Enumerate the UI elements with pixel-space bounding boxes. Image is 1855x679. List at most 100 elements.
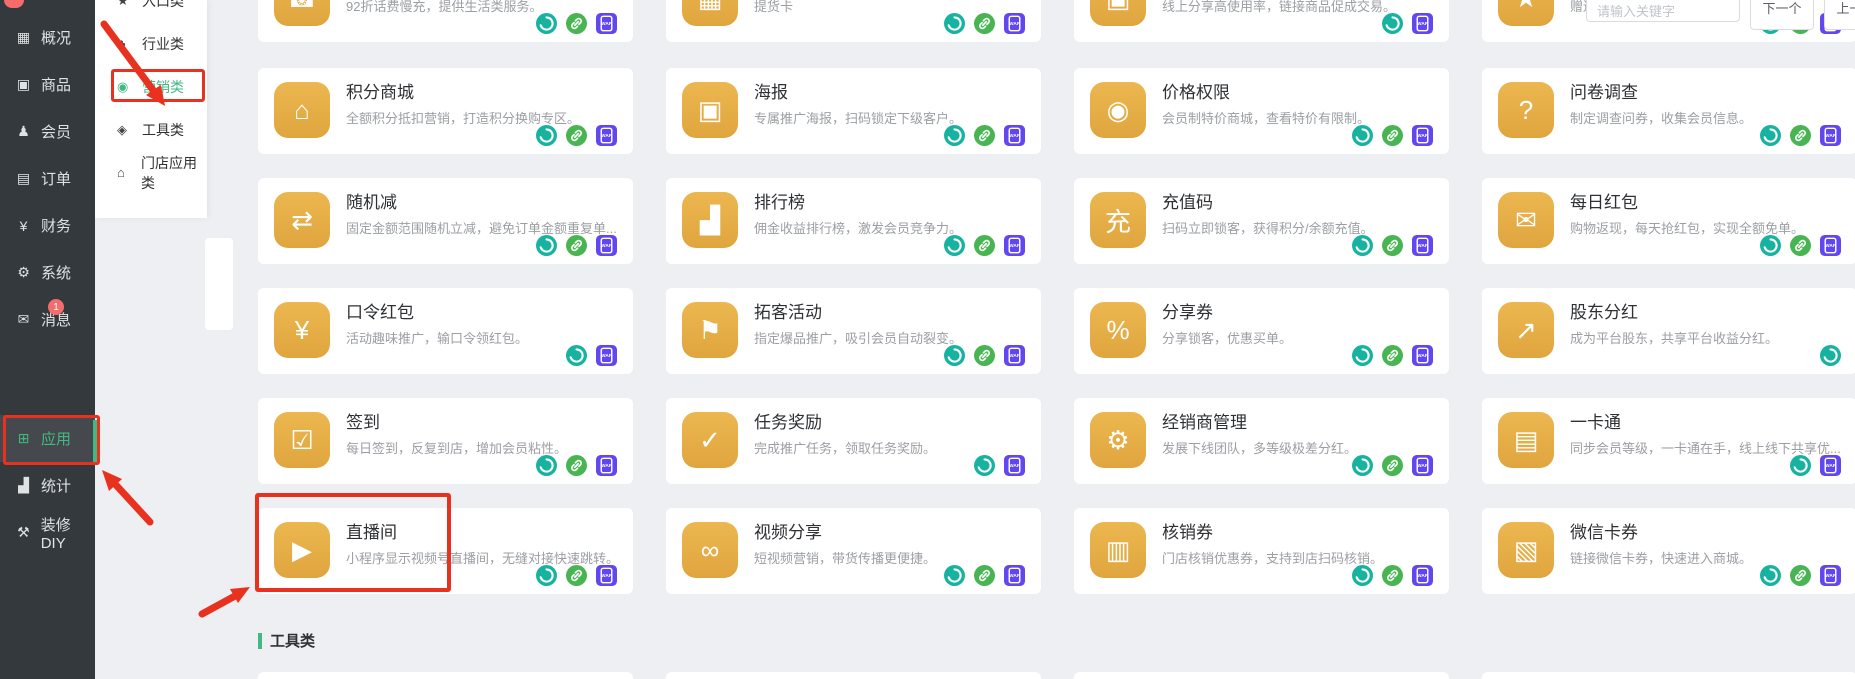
miniprogram-badge-icon[interactable] xyxy=(944,13,965,34)
miniprogram-badge-icon[interactable] xyxy=(1760,565,1781,586)
sidebar-item-orders[interactable]: ▤ 订单 xyxy=(0,155,95,202)
miniprogram-badge-icon[interactable] xyxy=(536,235,557,256)
sidebar-item-statistics[interactable]: ▟ 统计 xyxy=(0,462,95,509)
h5-link-badge-icon[interactable] xyxy=(1382,235,1403,256)
category-item-marketing[interactable]: ◉ 营销类 xyxy=(95,65,207,108)
sidebar-item-finance[interactable]: ¥ 财务 xyxy=(0,202,95,249)
app-card-每日红包[interactable]: ✉ 每日红包 购物返现，每天抢红包，实现全额免单。 WAP xyxy=(1482,178,1855,264)
h5-link-badge-icon[interactable] xyxy=(974,345,995,366)
miniprogram-badge-icon[interactable] xyxy=(944,235,965,256)
wap-badge-icon[interactable]: WAP xyxy=(1820,565,1841,586)
app-card-拓客活动[interactable]: ⚑ 拓客活动 指定爆品推广，吸引会员自动裂变。 WAP xyxy=(666,288,1041,374)
app-card-核销券[interactable]: ▥ 核销券 门店核销优惠券，支持到店扫码核销。 WAP xyxy=(1074,508,1449,594)
h5-link-badge-icon[interactable] xyxy=(566,235,587,256)
h5-link-badge-icon[interactable] xyxy=(1382,345,1403,366)
miniprogram-badge-icon[interactable] xyxy=(1790,455,1811,476)
miniprogram-badge-icon[interactable] xyxy=(1352,125,1373,146)
sidebar-item-apps[interactable]: ⊞ 应用 xyxy=(0,415,95,462)
category-item-entry[interactable]: ★ 入口类 xyxy=(95,0,207,22)
miniprogram-badge-icon[interactable] xyxy=(536,565,557,586)
miniprogram-badge-icon[interactable] xyxy=(1352,235,1373,256)
app-card[interactable]: ☎ 92折话费慢充，提供生活类服务。 WAP xyxy=(258,0,633,42)
wap-badge-icon[interactable]: WAP xyxy=(1004,455,1025,476)
wap-badge-icon[interactable]: WAP xyxy=(1820,235,1841,256)
app-card-stub[interactable] xyxy=(1482,672,1855,679)
app-card-价格权限[interactable]: ◉ 价格权限 会员制特价商城，查看特价有限制。 WAP xyxy=(1074,68,1449,154)
app-card-问卷调查[interactable]: ? 问卷调查 制定调查问券，收集会员信息。 WAP xyxy=(1482,68,1855,154)
miniprogram-badge-icon[interactable] xyxy=(1352,565,1373,586)
category-item-store-apps[interactable]: ⌂ 门店应用类 xyxy=(95,151,207,194)
wap-badge-icon[interactable]: WAP xyxy=(1412,345,1433,366)
wap-badge-icon[interactable]: WAP xyxy=(596,345,617,366)
h5-link-badge-icon[interactable] xyxy=(566,13,587,34)
h5-link-badge-icon[interactable] xyxy=(1382,125,1403,146)
wap-badge-icon[interactable]: WAP xyxy=(1004,565,1025,586)
h5-link-badge-icon[interactable] xyxy=(974,13,995,34)
app-card-经销商管理[interactable]: ⚙ 经销商管理 发展下线团队，多等级极差分红。 WAP xyxy=(1074,398,1449,484)
app-card-口令红包[interactable]: ¥ 口令红包 活动趣味推广，输口令领红包。 WAP xyxy=(258,288,633,374)
h5-link-badge-icon[interactable] xyxy=(1790,235,1811,256)
app-card-一卡通[interactable]: ▤ 一卡通 同步会员等级，一卡通在手，线上线下共享优... WAP xyxy=(1482,398,1855,484)
h5-link-badge-icon[interactable] xyxy=(974,565,995,586)
wap-badge-icon[interactable]: WAP xyxy=(1820,125,1841,146)
wap-badge-icon[interactable]: WAP xyxy=(1412,125,1433,146)
miniprogram-badge-icon[interactable] xyxy=(944,565,965,586)
category-item-tools[interactable]: ◈ 工具类 xyxy=(95,108,207,151)
app-card-排行榜[interactable]: ▟ 排行榜 佣金收益排行榜，激发会员竞争力。 WAP xyxy=(666,178,1041,264)
next-button[interactable]: 下一个 xyxy=(1750,0,1814,30)
h5-link-badge-icon[interactable] xyxy=(974,235,995,256)
app-card-股东分红[interactable]: ↗ 股东分红 成为平台股东，共享平台收益分红。 xyxy=(1482,288,1855,374)
app-card-stub[interactable] xyxy=(258,672,633,679)
miniprogram-badge-icon[interactable] xyxy=(944,345,965,366)
app-card[interactable]: ▣ 线上分享高使用率，链接商品促成交易。 WAP xyxy=(1074,0,1449,42)
wap-badge-icon[interactable]: WAP xyxy=(596,13,617,34)
wap-badge-icon[interactable]: WAP xyxy=(596,455,617,476)
miniprogram-badge-icon[interactable] xyxy=(1760,125,1781,146)
h5-link-badge-icon[interactable] xyxy=(1790,125,1811,146)
wap-badge-icon[interactable]: WAP xyxy=(1412,13,1433,34)
wap-badge-icon[interactable]: WAP xyxy=(1820,455,1841,476)
miniprogram-badge-icon[interactable] xyxy=(536,455,557,476)
app-card-视频分享[interactable]: ∞ 视频分享 短视频营销，带货传播更便捷。 WAP xyxy=(666,508,1041,594)
app-card-随机减[interactable]: ⇄ 随机减 固定金额范围随机立减，避免订单金额重复单... WAP xyxy=(258,178,633,264)
miniprogram-badge-icon[interactable] xyxy=(1382,13,1403,34)
category-item-industry[interactable]: ♣ 行业类 xyxy=(95,22,207,65)
miniprogram-badge-icon[interactable] xyxy=(1760,235,1781,256)
miniprogram-badge-icon[interactable] xyxy=(1352,345,1373,366)
miniprogram-badge-icon[interactable] xyxy=(1352,455,1373,476)
app-card-微信卡券[interactable]: ▧ 微信卡券 链接微信卡券，快速进入商城。 WAP xyxy=(1482,508,1855,594)
sidebar-item-messages[interactable]: ✉ 消息 1 xyxy=(0,296,95,343)
h5-link-badge-icon[interactable] xyxy=(566,455,587,476)
miniprogram-badge-icon[interactable] xyxy=(974,455,995,476)
miniprogram-badge-icon[interactable] xyxy=(566,345,587,366)
miniprogram-badge-icon[interactable] xyxy=(536,125,557,146)
sidebar-item-members[interactable]: ♟ 会员 xyxy=(0,108,95,155)
app-card-海报[interactable]: ▣ 海报 专属推广海报，扫码锁定下级客户。 WAP xyxy=(666,68,1041,154)
wap-badge-icon[interactable]: WAP xyxy=(1412,235,1433,256)
app-card-stub[interactable] xyxy=(666,672,1041,679)
wap-badge-icon[interactable]: WAP xyxy=(1004,235,1025,256)
wap-badge-icon[interactable]: WAP xyxy=(596,235,617,256)
app-card-积分商城[interactable]: ⌂ 积分商城 全额积分抵扣营销，打造积分换购专区。 WAP xyxy=(258,68,633,154)
wap-badge-icon[interactable]: WAP xyxy=(596,565,617,586)
h5-link-badge-icon[interactable] xyxy=(566,565,587,586)
wap-badge-icon[interactable]: WAP xyxy=(1004,125,1025,146)
h5-link-badge-icon[interactable] xyxy=(1382,565,1403,586)
sidebar-item-decorate-diy[interactable]: ⚒ 装修DIY xyxy=(0,509,95,556)
wap-badge-icon[interactable]: WAP xyxy=(1004,13,1025,34)
sidebar-item-overview[interactable]: ▦ 概况 xyxy=(0,14,95,61)
app-card-直播间[interactable]: ▶ 直播间 小程序显示视频号直播间，无缝对接快速跳转。 WAP xyxy=(258,508,633,594)
wap-badge-icon[interactable]: WAP xyxy=(1412,565,1433,586)
sidebar-item-goods[interactable]: ▣ 商品 xyxy=(0,61,95,108)
app-card[interactable]: ▦ 提货卡 WAP xyxy=(666,0,1041,42)
app-card-充值码[interactable]: 充 充值码 扫码立即锁客，获得积分/余额充值。 WAP xyxy=(1074,178,1449,264)
wap-badge-icon[interactable]: WAP xyxy=(596,125,617,146)
search-input[interactable] xyxy=(1586,0,1740,22)
miniprogram-badge-icon[interactable] xyxy=(1820,345,1841,366)
wap-badge-icon[interactable]: WAP xyxy=(1412,455,1433,476)
app-card-任务奖励[interactable]: ✓ 任务奖励 完成推广任务，领取任务奖励。 WAP xyxy=(666,398,1041,484)
app-card-分享券[interactable]: % 分享券 分享锁客，优惠买单。 WAP xyxy=(1074,288,1449,374)
sidebar-item-system[interactable]: ⚙ 系统 xyxy=(0,249,95,296)
app-card-stub[interactable] xyxy=(1074,672,1449,679)
h5-link-badge-icon[interactable] xyxy=(974,125,995,146)
